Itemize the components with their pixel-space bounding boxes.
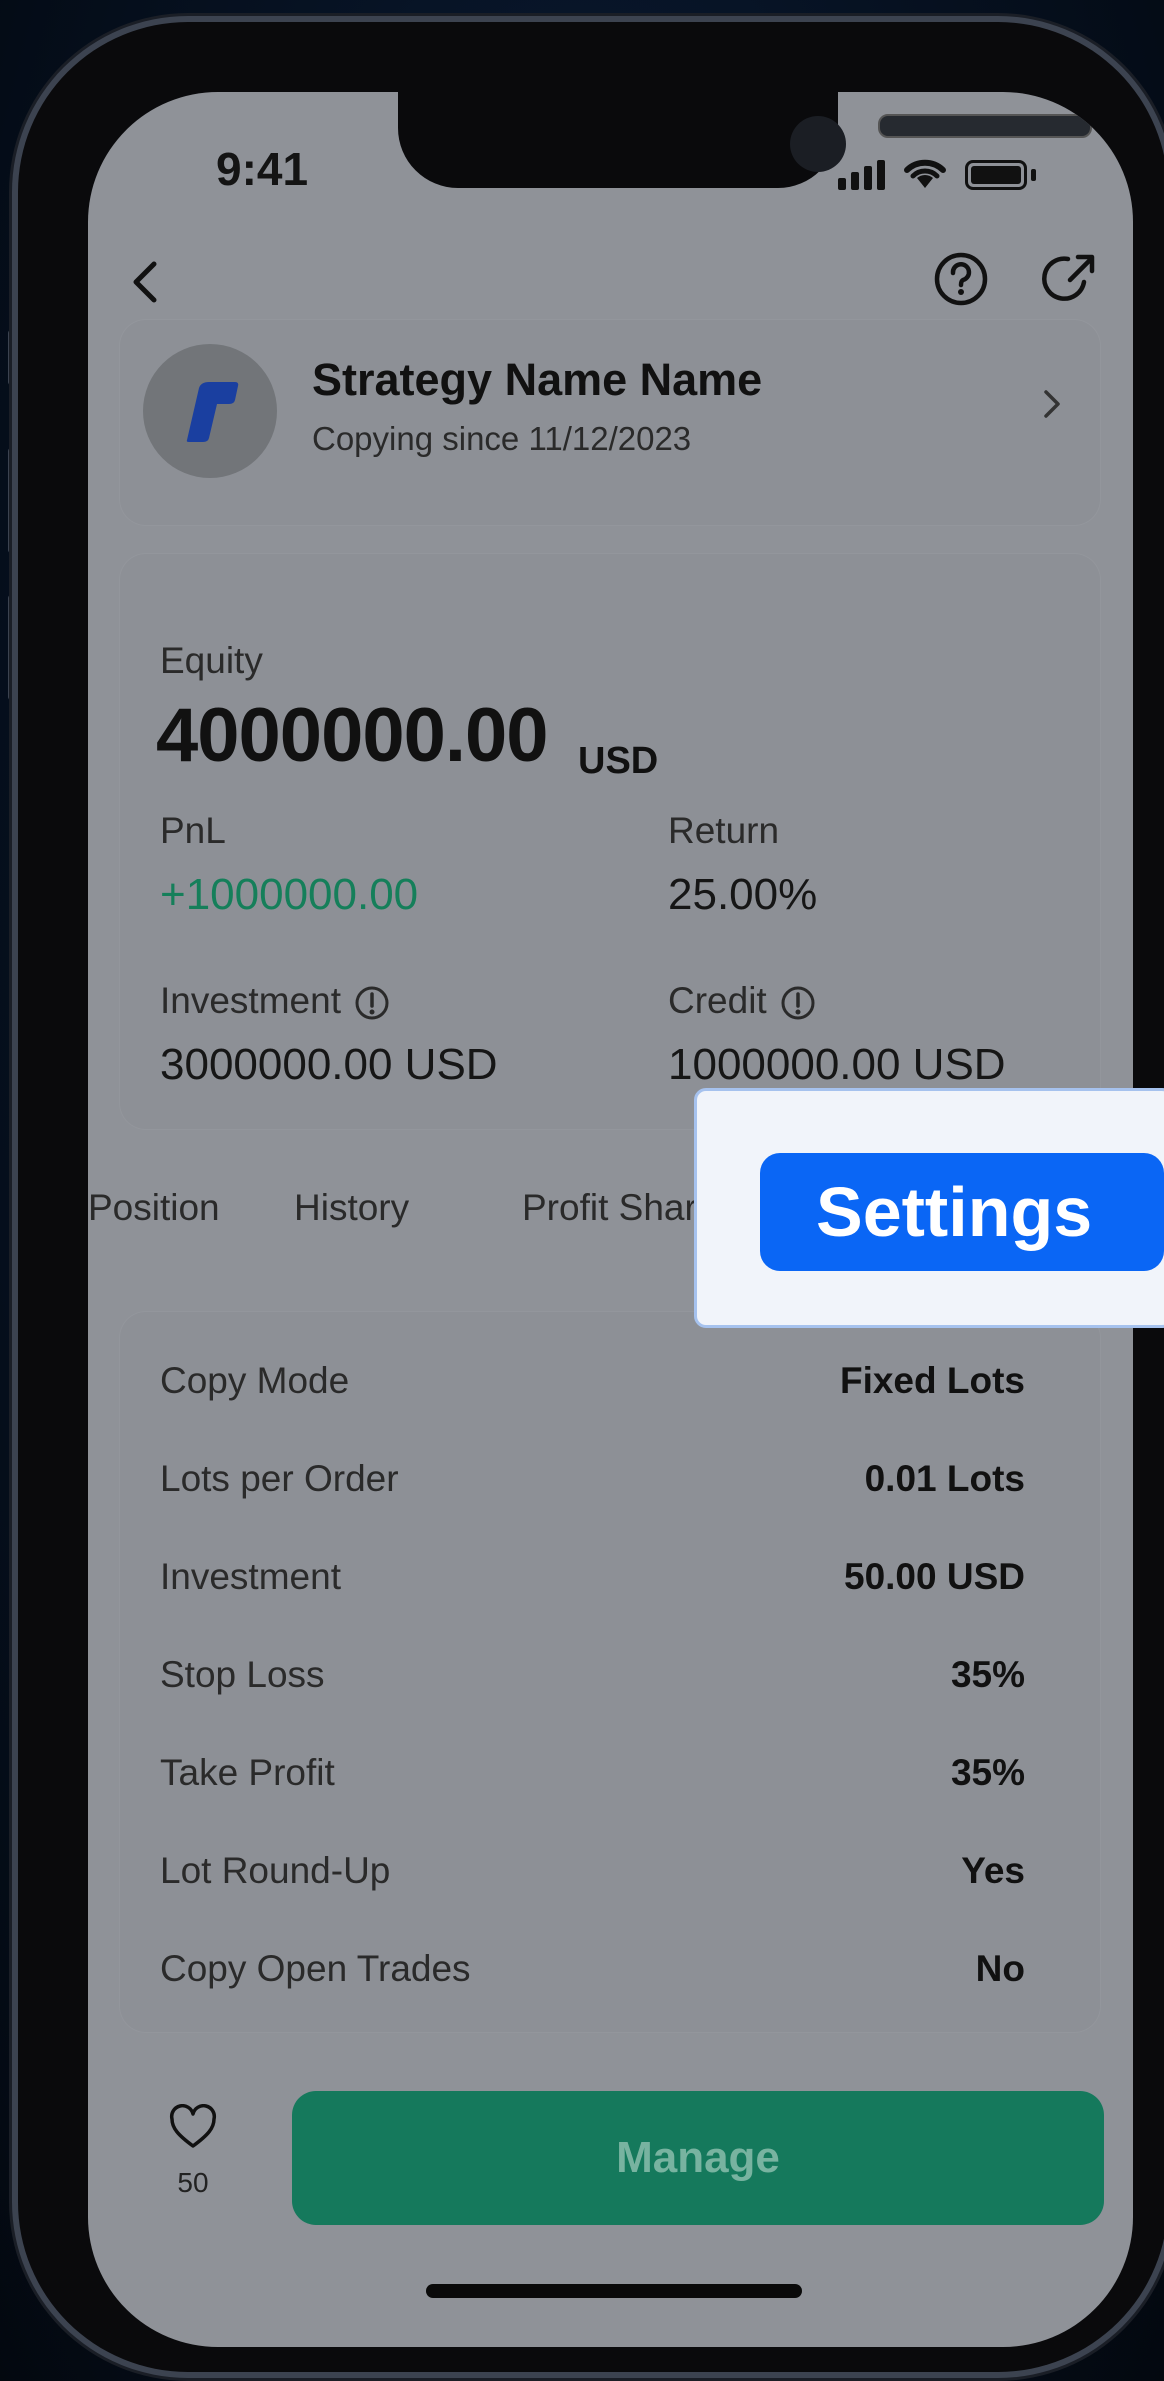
pnl-value: +1000000.00 — [160, 870, 419, 919]
question-circle-icon[interactable] — [926, 244, 996, 314]
notch — [398, 92, 1092, 188]
investment-label-row: Investment — [160, 980, 391, 1022]
heart-icon[interactable] — [168, 2104, 218, 2150]
wifi-icon — [904, 159, 946, 188]
credit-value: 1000000.00 USD — [668, 1040, 1006, 1089]
equity-label: Equity — [160, 640, 263, 681]
phone-volume-down — [8, 595, 18, 700]
battery-icon — [965, 160, 1027, 190]
tab-history[interactable]: History — [294, 1187, 409, 1229]
setting-row-label: Take Profit — [160, 1752, 335, 1793]
info-circle-icon[interactable] — [353, 984, 391, 1022]
investment-label: Investment — [160, 980, 341, 1021]
home-indicator — [426, 2284, 802, 2298]
cellular-signal-icon — [838, 160, 885, 190]
equity-unit: USD — [578, 740, 659, 782]
return-label: Return — [668, 810, 780, 851]
investment-value: 3000000.00 USD — [160, 1040, 498, 1089]
return-value: 25.00% — [668, 870, 818, 919]
tab-position[interactable]: Position — [88, 1187, 220, 1229]
setting-row-label: Lots per Order — [160, 1458, 399, 1499]
canvas: 9:41 Strategy Name Name Copying since 11… — [0, 0, 1164, 2381]
tab-settings[interactable]: Settings — [760, 1153, 1164, 1271]
setting-row-value: Fixed Lots — [839, 1360, 1025, 1401]
setting-row-label: Investment — [160, 1556, 341, 1597]
strategy-logo — [143, 344, 277, 478]
setting-row-value: Yes — [961, 1850, 1025, 1891]
strategy-name: Strategy Name Name — [312, 354, 763, 405]
info-circle-icon[interactable] — [779, 984, 817, 1022]
credit-label-row: Credit — [668, 980, 817, 1022]
status-icons — [838, 156, 1036, 190]
setting-row-value: No — [975, 1948, 1025, 1989]
setting-row-value: 35% — [950, 1654, 1025, 1695]
setting-row-value: 50.00 USD — [844, 1556, 1025, 1597]
status-time: 9:41 — [216, 143, 309, 195]
tab-profit-sharing[interactable]: Profit Shari — [522, 1187, 705, 1229]
setting-row-label: Copy Mode — [160, 1360, 350, 1401]
manage-button[interactable]: Manage — [292, 2091, 1104, 2225]
equity-value: 4000000.00 — [156, 693, 549, 778]
chevron-left-icon[interactable] — [116, 252, 176, 312]
setting-row-label: Stop Loss — [160, 1654, 325, 1695]
strategy-copy-since: Copying since 11/12/2023 — [312, 420, 692, 457]
pnl-label: PnL — [160, 810, 226, 851]
like-count: 50 — [177, 2167, 209, 2198]
strategy-logo-mark — [186, 382, 239, 442]
battery-tip — [1031, 169, 1036, 181]
share-arrow-icon[interactable] — [1036, 244, 1106, 314]
phone-volume-up — [8, 448, 18, 553]
chevron-right-icon[interactable] — [1038, 382, 1068, 426]
earpiece — [878, 114, 1092, 138]
setting-row-value: 0.01 Lots — [864, 1458, 1025, 1499]
credit-label: Credit — [668, 980, 767, 1021]
setting-row-label: Copy Open Trades — [160, 1948, 471, 1989]
setting-row-label: Lot Round-Up — [160, 1850, 391, 1891]
setting-row-value: 35% — [950, 1752, 1025, 1793]
phone-mute-switch — [8, 330, 18, 385]
